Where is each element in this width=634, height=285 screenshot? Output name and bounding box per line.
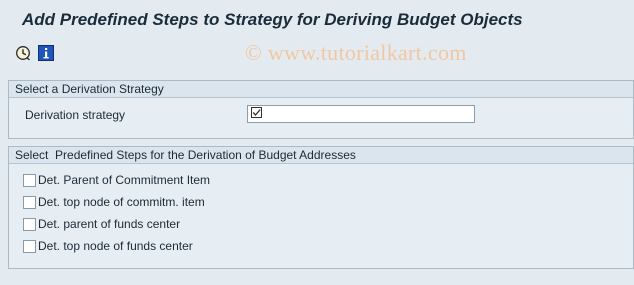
step-label: Det. parent of funds center [38,217,181,231]
page-title: Add Predefined Steps to Strategy for Der… [22,10,523,29]
execute-button[interactable] [15,45,31,64]
step-parent-commitment-item[interactable]: Det. Parent of Commitment Item [23,172,210,188]
step-label: Det. Parent of Commitment Item [38,173,211,187]
group-header-strategy: Select a Derivation Strategy [9,81,633,98]
step-label: Det. top node of funds center [38,239,193,253]
information-button[interactable] [38,44,54,64]
required-check-icon [251,107,262,121]
group-header-steps: Select Predefined Steps for the Derivati… [9,147,633,164]
derivation-strategy-label: Derivation strategy [25,108,126,122]
execute-clock-icon [15,45,31,64]
checkbox-top-node-commitment-item[interactable] [23,195,36,209]
step-top-node-commitment-item[interactable]: Det. top node of commitm. item [23,194,205,210]
derivation-strategy-input[interactable] [247,105,475,123]
predefined-steps-group: Select Predefined Steps for the Derivati… [8,146,634,269]
step-top-node-funds-center[interactable]: Det. top node of funds center [23,238,193,254]
checkbox-parent-commitment-item[interactable] [23,173,36,187]
title-bar: Add Predefined Steps to Strategy for Der… [0,0,634,40]
watermark-text: © www.tutorialkart.com [245,40,467,65]
step-parent-funds-center[interactable]: Det. parent of funds center [23,216,180,232]
checkbox-top-node-funds-center[interactable] [23,239,36,253]
checkbox-parent-funds-center[interactable] [23,217,36,231]
derivation-strategy-group: Select a Derivation Strategy Derivation … [8,80,634,139]
info-icon [38,44,54,64]
step-label: Det. top node of commitm. item [38,195,205,209]
